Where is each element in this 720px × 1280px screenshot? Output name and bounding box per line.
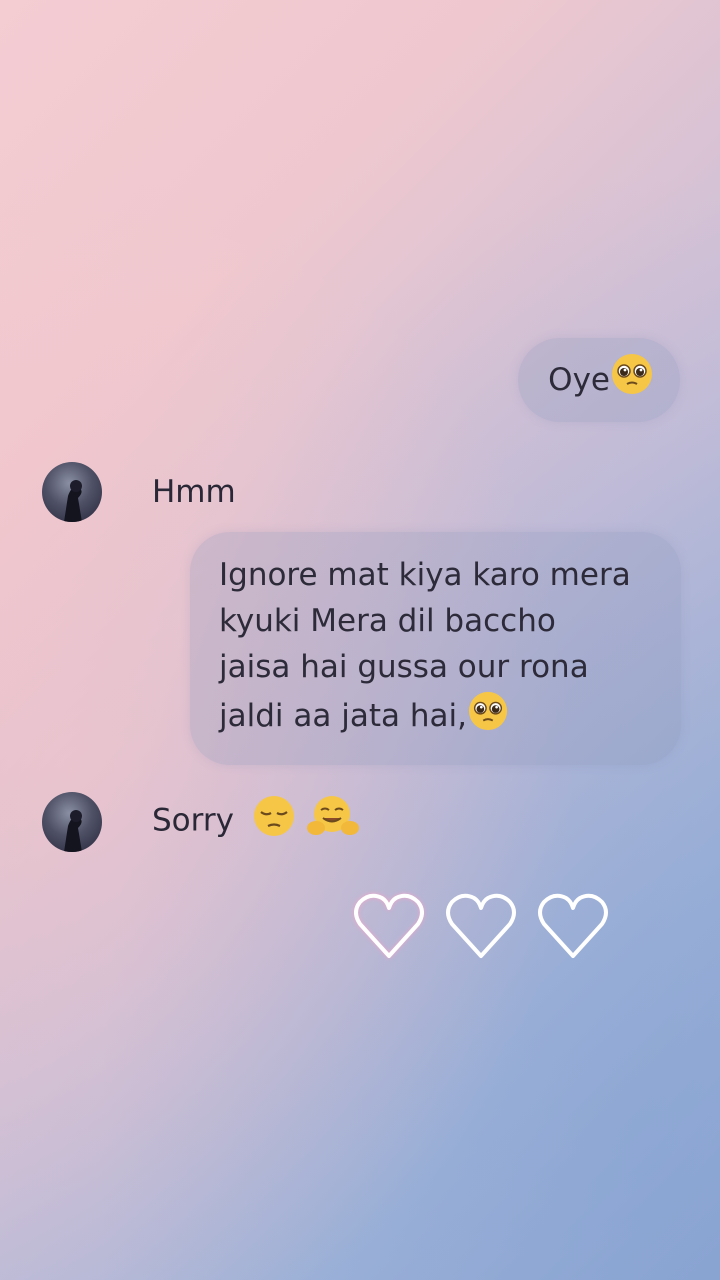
message-bubble-outgoing[interactable]: Ignore mat kiya karo mera kyuki Mera dil… [190,532,681,765]
message-bubble-outgoing[interactable]: Oye [518,338,680,422]
message-line: jaisa hai gussa our rona [219,649,589,685]
message-incoming[interactable]: Sorry [42,792,362,852]
pensive-face-emoji-icon [252,794,296,850]
heart-outline-icon[interactable] [350,886,428,964]
pleading-face-emoji-icon [610,352,654,409]
message-line-last: jaldi aa jata hai, [219,690,651,745]
heart-outline-icon[interactable] [534,886,612,964]
message-line: Ignore mat kiya karo mera [219,557,631,593]
heart-outline-icon[interactable] [442,886,520,964]
message-text: Sorry [152,802,234,839]
hugging-face-emoji-icon [306,794,362,850]
chat-thread: Oye Hmm Ignore mat kiya karo mera kyuki … [0,0,720,1280]
message-content: Sorry [152,794,362,850]
avatar[interactable] [42,462,102,522]
message-line: jaldi aa jata hai, [219,698,467,734]
message-text: Oye [548,362,610,398]
message-text: Hmm [152,474,236,510]
avatar[interactable] [42,792,102,852]
pleading-face-emoji-icon [467,690,509,745]
message-incoming[interactable]: Hmm [42,462,236,522]
message-line: kyuki Mera dil baccho [219,603,556,639]
reaction-hearts [350,886,612,964]
